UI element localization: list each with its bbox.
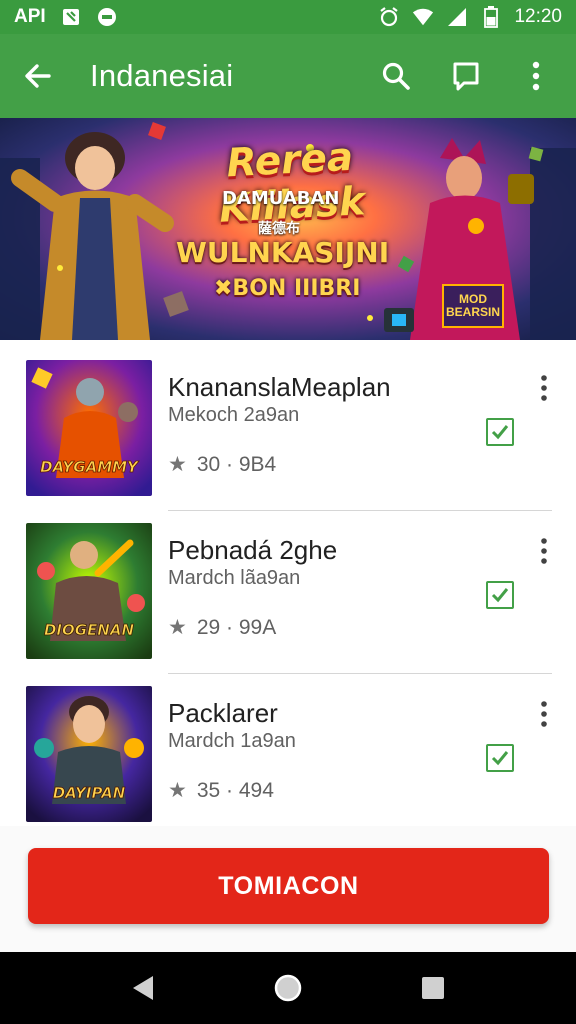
checkmark-icon [491, 588, 509, 603]
app-rating: ★ 30 · 9B4 [168, 452, 276, 477]
page-title: Indanesiai [90, 58, 234, 93]
alarm-icon [378, 6, 400, 28]
back-arrow-icon[interactable] [12, 50, 64, 102]
list-item[interactable]: DIOGENAN Pebnadá 2ghe Mardch lãa9an ★ 29… [0, 503, 576, 667]
star-icon: ★ [168, 453, 187, 476]
system-nav-bar [0, 952, 576, 1024]
more-vert-icon[interactable] [530, 533, 558, 569]
signal-icon [446, 6, 468, 28]
chat-icon[interactable] [438, 48, 494, 104]
star-icon: ★ [168, 779, 187, 802]
app-name: Packlarer [168, 698, 278, 728]
app-name: KnananslaMeaplan [168, 372, 391, 402]
checkbox[interactable] [486, 418, 514, 446]
app-thumbnail: DAYGAMMY [26, 360, 152, 496]
app-rating: ★ 35 · 494 [168, 778, 274, 803]
star-icon: ★ [168, 616, 187, 639]
list-item[interactable]: DAYIPAN Packlarer Mardch 1a9an ★ 35 · 49… [0, 666, 576, 830]
promo-banner[interactable]: Rerea Kiilask DAMUABAN 薩德布 WULNKASIJNI ✖… [0, 118, 576, 340]
thumb-text: DIOGENAN [44, 621, 135, 639]
banner-badge: MOD BEARSIN [442, 284, 504, 328]
recents-square-icon[interactable] [409, 964, 457, 1012]
app-rating-value: 35 · 494 [196, 778, 274, 802]
status-api-label: API [14, 6, 46, 27]
checkmark-icon [491, 425, 509, 440]
thumb-text: DAYGAMMY [40, 458, 140, 476]
nfc-icon [60, 6, 82, 28]
app-rating-value: 30 · 9B4 [196, 452, 277, 476]
thumb-text: DAYIPAN [53, 784, 126, 802]
app-subtitle: Mekoch 2a9an [168, 404, 300, 426]
banner-small-text: 薩德布 [258, 220, 300, 236]
app-rating: ★ 29 · 99Α [168, 615, 276, 640]
search-icon[interactable] [368, 48, 424, 104]
banner-headline: WULNKASIJNI [176, 236, 390, 269]
back-triangle-icon[interactable] [119, 964, 167, 1012]
app-name: Pebnadá 2ghe [168, 535, 338, 565]
more-vert-icon[interactable] [508, 48, 564, 104]
checkmark-icon [491, 751, 509, 766]
app-thumbnail: DIOGENAN [26, 523, 152, 659]
primary-action-button[interactable]: TOMIACON [28, 848, 549, 924]
app-rating-value: 29 · 99Α [196, 615, 277, 639]
cta-area: TOMIACON [0, 826, 576, 952]
app-list: DAYGAMMY KnananslaMeaplan Mekoch 2a9an ★… [0, 340, 576, 826]
battery-icon [480, 6, 502, 28]
checkbox[interactable] [486, 581, 514, 609]
checkbox[interactable] [486, 744, 514, 772]
status-bar: API 12:20 [0, 0, 576, 34]
app-bar: Indanesiai [0, 34, 576, 118]
app-thumbnail: DAYIPAN [26, 686, 152, 822]
more-vert-icon[interactable] [530, 696, 558, 732]
wifi-icon [412, 6, 434, 28]
banner-subtitle: DAMUABAN [222, 188, 340, 209]
app-subtitle: Mardch lãa9an [168, 567, 301, 589]
more-vert-icon[interactable] [530, 370, 558, 406]
banner-tagline: ✖BON IIIBRI [214, 276, 361, 301]
app-subtitle: Mardch 1a9an [168, 730, 296, 752]
home-circle-icon[interactable] [264, 964, 312, 1012]
status-time: 12:20 [514, 6, 562, 27]
list-item[interactable]: DAYGAMMY KnananslaMeaplan Mekoch 2a9an ★… [0, 340, 576, 504]
record-icon [96, 6, 118, 28]
